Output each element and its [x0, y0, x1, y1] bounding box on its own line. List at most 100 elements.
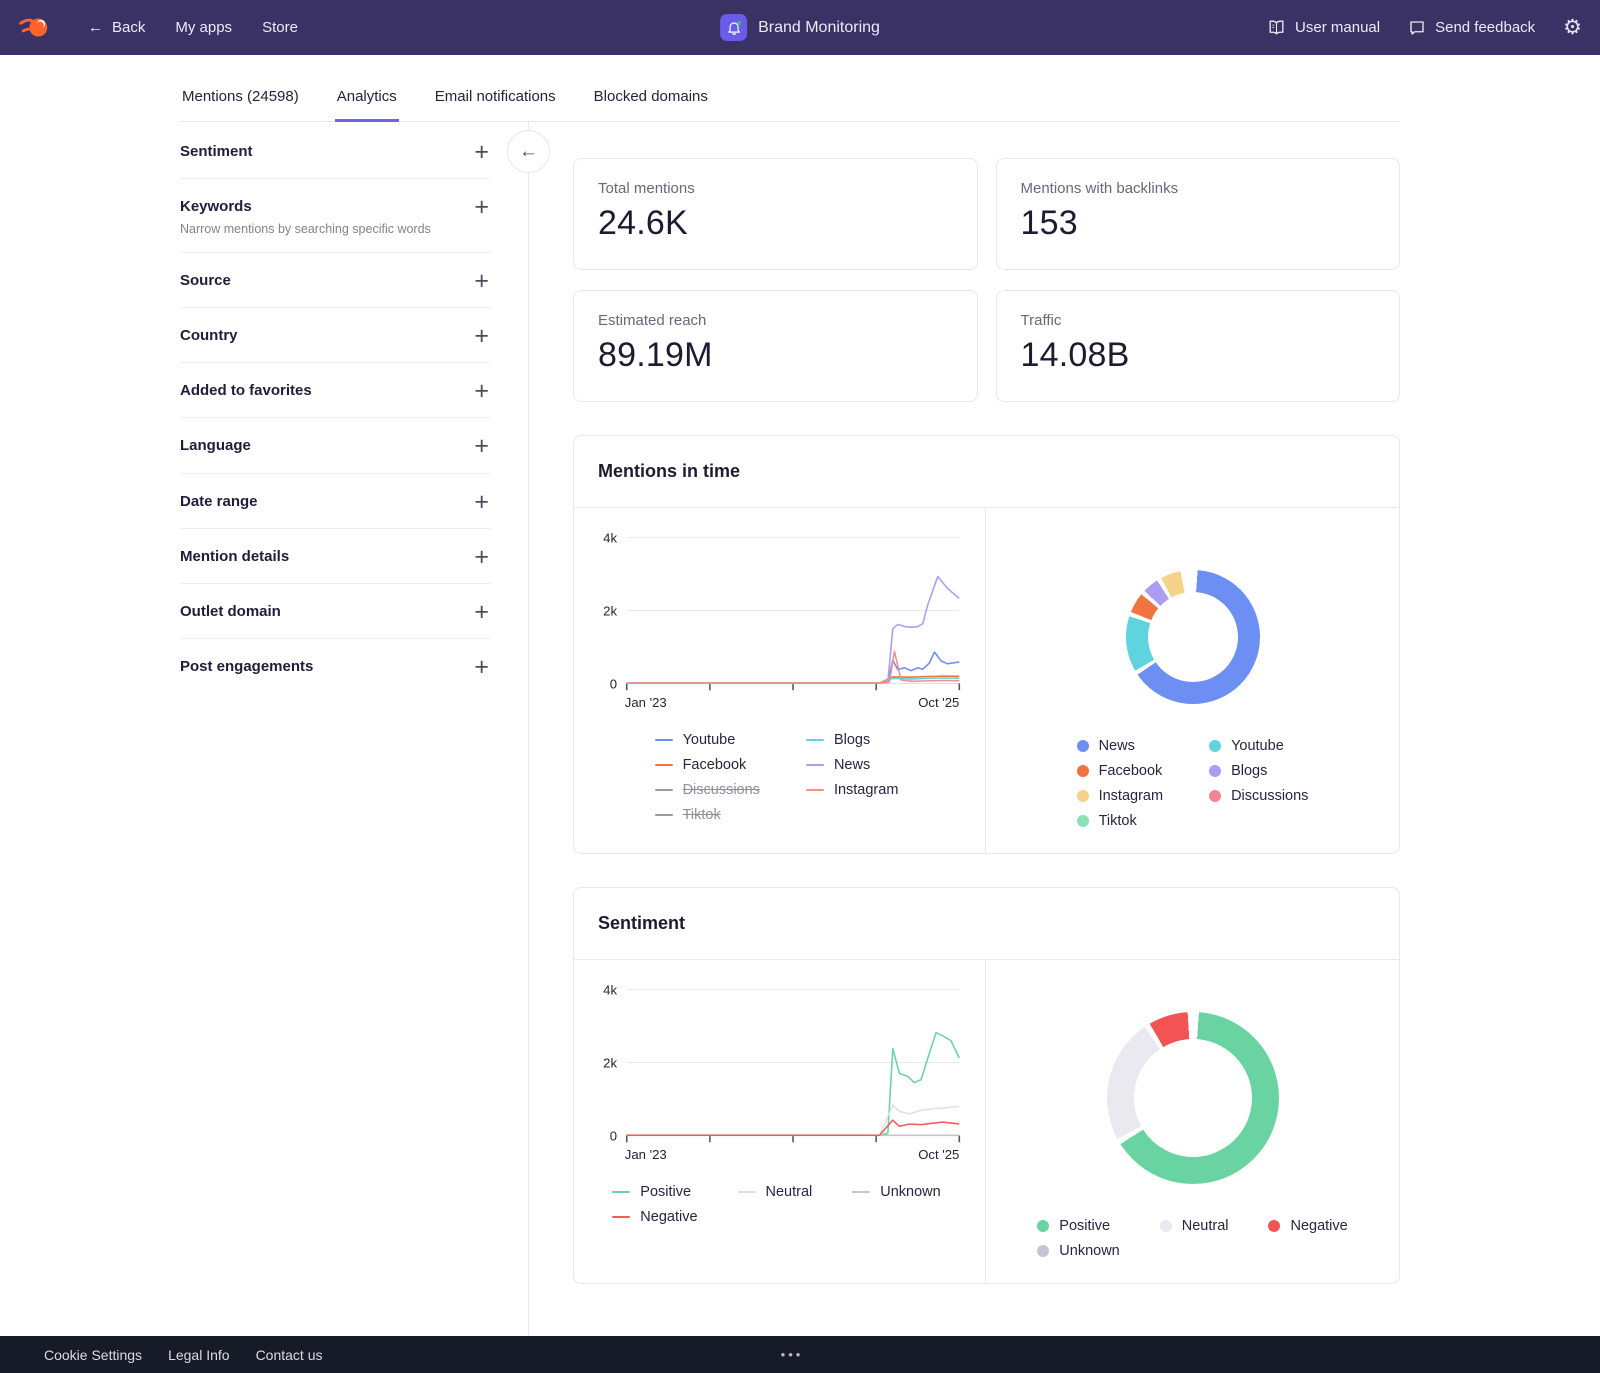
- stat-value: 14.08B: [1021, 336, 1376, 375]
- legend-label: Negative: [640, 1209, 697, 1225]
- donut-hole: [1148, 592, 1238, 682]
- send-feedback-button[interactable]: Send feedback: [1408, 19, 1535, 37]
- footer-bar: Cookie Settings Legal Info Contact us •••: [0, 1336, 1600, 1373]
- user-manual-button[interactable]: User manual: [1267, 18, 1380, 37]
- legend-item-instagram[interactable]: Instagram: [1077, 788, 1163, 804]
- legend-label: Neutral: [766, 1184, 813, 1200]
- stat-label: Total mentions: [598, 180, 953, 197]
- filter-label: Added to favorites: [180, 381, 312, 401]
- filter-add-button[interactable]: +: [472, 547, 491, 567]
- legend-item-negative[interactable]: Negative: [612, 1209, 697, 1225]
- my-apps-button[interactable]: My apps: [175, 19, 232, 36]
- main-content: Total mentions 24.6K Mentions with backl…: [573, 122, 1400, 1336]
- settings-gear-icon[interactable]: ⚙: [1563, 17, 1582, 38]
- legend-item-news[interactable]: News: [806, 757, 898, 773]
- footer-more-button[interactable]: •••: [781, 1347, 804, 1362]
- sentiment-line-legend: Positive Neutral Unknown Negative: [582, 1184, 971, 1225]
- back-label: Back: [112, 19, 145, 36]
- tab-mentions[interactable]: Mentions (24598): [180, 73, 301, 122]
- tab-email-notifications[interactable]: Email notifications: [433, 73, 558, 122]
- stat-value: 153: [1021, 204, 1376, 243]
- legend-line-swatch: [806, 789, 824, 791]
- mentions-in-time-title: Mentions in time: [574, 436, 1399, 508]
- legend-item-facebook[interactable]: Facebook: [1077, 763, 1163, 779]
- legend-item-discussions[interactable]: Discussions: [655, 782, 760, 798]
- filter-item-language: Language +: [180, 418, 491, 473]
- legend-line-swatch: [655, 764, 673, 766]
- filter-add-button[interactable]: +: [472, 271, 491, 291]
- legend-item-neutral[interactable]: Neutral: [1160, 1218, 1229, 1234]
- legend-dot-swatch: [1077, 740, 1089, 752]
- stat-card-estimated-reach: Estimated reach 89.19M: [573, 290, 978, 402]
- bell-icon: [726, 20, 742, 36]
- footer-link-legal-info[interactable]: Legal Info: [168, 1347, 230, 1363]
- legend-item-tiktok[interactable]: Tiktok: [1077, 813, 1163, 829]
- filter-add-button[interactable]: +: [472, 492, 491, 512]
- legend-line-swatch: [655, 814, 673, 816]
- filter-label: Language: [180, 436, 251, 456]
- legend-dot-swatch: [1268, 1220, 1280, 1232]
- mentions-source-donut-legend: News Facebook Instagram Tiktok Youtube Blogs D…: [1077, 738, 1309, 829]
- send-feedback-label: Send feedback: [1435, 19, 1535, 36]
- app-title-group: Brand Monitoring: [720, 0, 880, 55]
- legend-item-youtube[interactable]: Youtube: [655, 732, 760, 748]
- filter-label: Sentiment: [180, 142, 253, 162]
- svg-text:Oct '25: Oct '25: [918, 695, 959, 710]
- legend-item-unknown[interactable]: Unknown: [1037, 1243, 1119, 1259]
- legend-line-swatch: [806, 764, 824, 766]
- legend-item-facebook[interactable]: Facebook: [655, 757, 760, 773]
- legend-label: News: [1099, 738, 1135, 754]
- filter-label: Post engagements: [180, 657, 313, 677]
- footer-link-cookie-settings[interactable]: Cookie Settings: [44, 1347, 142, 1363]
- tab-blocked-domains[interactable]: Blocked domains: [592, 73, 710, 122]
- filter-add-button[interactable]: +: [472, 436, 491, 456]
- filter-item-sentiment: Sentiment +: [180, 124, 491, 179]
- legend-item-discussions[interactable]: Discussions: [1209, 788, 1308, 804]
- legend-item-neutral[interactable]: Neutral: [738, 1184, 813, 1200]
- filter-item-keywords: Keywords Narrow mentions by searching sp…: [180, 179, 491, 252]
- filter-item-added-to-favorites: Added to favorites +: [180, 363, 491, 418]
- filter-add-button[interactable]: +: [472, 602, 491, 622]
- filter-item-source: Source +: [180, 253, 491, 308]
- legend-label: Instagram: [1099, 788, 1163, 804]
- filter-label: Source: [180, 271, 231, 291]
- legend-item-tiktok[interactable]: Tiktok: [655, 807, 760, 823]
- filter-add-button[interactable]: +: [472, 326, 491, 346]
- legend-item-news[interactable]: News: [1077, 738, 1163, 754]
- legend-label: Discussions: [683, 782, 760, 798]
- filter-description: Narrow mentions by searching specific wo…: [180, 222, 431, 236]
- legend-item-positive[interactable]: Positive: [612, 1184, 697, 1200]
- legend-label: News: [834, 757, 870, 773]
- legend-item-instagram[interactable]: Instagram: [806, 782, 898, 798]
- legend-label: Tiktok: [683, 807, 721, 823]
- filter-add-button[interactable]: +: [472, 657, 491, 677]
- stat-label: Estimated reach: [598, 312, 953, 329]
- filter-add-button[interactable]: +: [472, 197, 491, 217]
- sentiment-card: Sentiment 02k4kJan '23Oct '25 PositiveNe…: [573, 887, 1400, 1284]
- legend-label: Positive: [640, 1184, 691, 1200]
- legend-line-swatch: [806, 739, 824, 741]
- legend-item-youtube[interactable]: Youtube: [1209, 738, 1308, 754]
- filter-add-button[interactable]: +: [472, 381, 491, 401]
- svg-text:4k: 4k: [603, 982, 617, 997]
- legend-item-blogs[interactable]: Blogs: [806, 732, 898, 748]
- my-apps-label: My apps: [175, 19, 232, 36]
- semrush-logo-icon[interactable]: [18, 11, 58, 45]
- stat-card-total-mentions: Total mentions 24.6K: [573, 158, 978, 270]
- footer-link-contact-us[interactable]: Contact us: [256, 1347, 323, 1363]
- legend-dot-swatch: [1209, 765, 1221, 777]
- legend-line-swatch: [655, 739, 673, 741]
- legend-item-unknown[interactable]: Unknown: [852, 1184, 940, 1200]
- collapse-sidebar-button[interactable]: ←: [507, 130, 550, 173]
- filter-add-button[interactable]: +: [472, 142, 491, 162]
- legend-item-blogs[interactable]: Blogs: [1209, 763, 1308, 779]
- back-button[interactable]: ← Back: [88, 19, 145, 36]
- legend-item-positive[interactable]: Positive: [1037, 1218, 1119, 1234]
- tab-analytics[interactable]: Analytics: [335, 73, 399, 122]
- app-title: Brand Monitoring: [758, 19, 880, 37]
- legend-item-negative[interactable]: Negative: [1268, 1218, 1347, 1234]
- store-button[interactable]: Store: [262, 19, 298, 36]
- back-arrow-icon: ←: [88, 19, 103, 36]
- legend-line-swatch: [655, 789, 673, 791]
- mentions-source-donut-pane: News Facebook Instagram Tiktok Youtube Blogs D…: [986, 508, 1399, 853]
